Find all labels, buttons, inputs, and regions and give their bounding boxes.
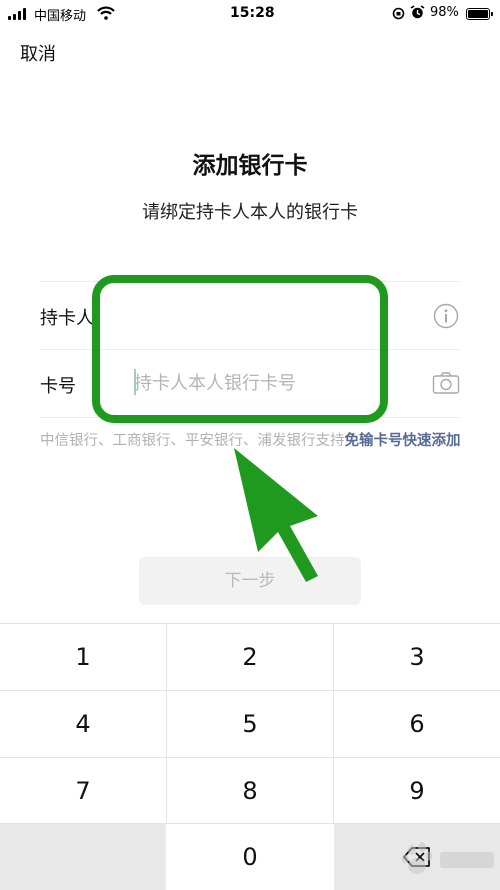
key-3[interactable]: 3 <box>334 624 500 690</box>
orientation-lock-icon <box>392 7 405 20</box>
key-blank <box>0 824 166 890</box>
keypad-divider <box>0 690 500 691</box>
keypad-divider <box>166 624 167 824</box>
keypad-divider <box>0 757 500 758</box>
key-9[interactable]: 9 <box>334 758 500 824</box>
key-5[interactable]: 5 <box>167 691 333 757</box>
camera-icon[interactable] <box>432 371 460 395</box>
key-4[interactable]: 4 <box>0 691 166 757</box>
key-8[interactable]: 8 <box>167 758 333 824</box>
page-title: 添加银行卡 <box>192 153 308 179</box>
page-subtitle: 请绑定持卡人本人的银行卡 <box>142 202 358 223</box>
alarm-icon <box>410 5 425 19</box>
wifi-icon <box>97 6 115 20</box>
carrier-name: 中国移动 <box>34 9 87 24</box>
keypad-divider <box>0 823 500 824</box>
quick-add-link[interactable]: 免输卡号快速添加 <box>345 433 461 449</box>
info-icon[interactable] <box>433 303 459 329</box>
signal-icon <box>8 8 30 20</box>
key-1[interactable]: 1 <box>0 624 166 690</box>
annotation-arrow <box>234 448 318 582</box>
status-time: 15:28 <box>230 5 275 21</box>
card-number-label: 卡号 <box>40 376 76 397</box>
key-7[interactable]: 7 <box>0 758 166 824</box>
key-2[interactable]: 2 <box>167 624 333 690</box>
annotation-highlight-box <box>92 275 388 423</box>
baidu-watermark-logo <box>401 842 494 874</box>
card-holder-label: 持卡人 <box>40 308 94 329</box>
keypad-divider <box>333 624 334 824</box>
key-0[interactable]: 0 <box>167 824 333 890</box>
battery-percentage: 98% <box>430 5 459 20</box>
status-bar: 中国移动 15:28 98% <box>0 0 500 26</box>
cancel-button[interactable]: 取消 <box>20 40 56 66</box>
key-6[interactable]: 6 <box>334 691 500 757</box>
battery-icon <box>466 8 493 20</box>
